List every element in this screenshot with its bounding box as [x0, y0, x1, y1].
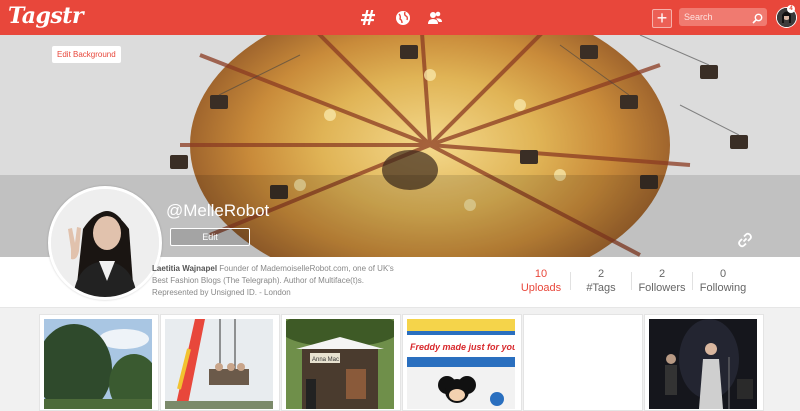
stat-value: 0 — [719, 268, 727, 280]
stat-value: 2 — [658, 268, 666, 280]
globe-icon[interactable] — [393, 8, 413, 28]
search-box — [679, 8, 767, 26]
stat-label: #Tags — [586, 282, 616, 294]
app-logo[interactable]: Tagstr — [8, 3, 84, 29]
stat-label: Followers — [638, 282, 686, 294]
profile-username: @MelleRobot — [166, 201, 270, 220]
photo-trees — [44, 319, 152, 409]
stat-label: Following — [699, 282, 747, 294]
stat-following[interactable]: 0 Following — [693, 268, 753, 294]
photo-ice-cream-van: Freddy made just for you — [407, 319, 515, 409]
profile-bio: Laetitia Wajnapel Founder of Mademoisell… — [152, 263, 408, 299]
search-input[interactable] — [679, 8, 752, 26]
photo-thumbnail[interactable] — [39, 314, 159, 411]
stat-uploads[interactable]: 10 Uploads — [511, 268, 571, 294]
stat-value: 2 — [597, 268, 605, 280]
stat-followers[interactable]: 2 Followers — [632, 268, 692, 294]
profile-avatar — [48, 186, 162, 300]
bus-sign-text: Freddy made just for you — [410, 342, 515, 352]
edit-background-button[interactable]: Edit Background — [52, 46, 121, 63]
stat-value: 10 — [534, 268, 548, 280]
photo-market-stall: Anna Mac — [286, 319, 394, 409]
stat-tags[interactable]: 2 #Tags — [571, 268, 631, 294]
photo-fair-ride — [165, 319, 273, 409]
bio-name: Laetitia Wajnapel — [152, 264, 218, 273]
people-icon[interactable] — [425, 8, 445, 28]
stall-sign-text: Anna Mac — [312, 357, 339, 363]
notification-badge[interactable]: 4 — [787, 5, 795, 13]
photo-thumbnail[interactable] — [644, 314, 764, 411]
add-upload-button[interactable]: + — [652, 9, 672, 28]
photo-concert — [649, 319, 757, 409]
search-icon[interactable] — [752, 11, 763, 29]
edit-profile-button[interactable]: Edit — [170, 228, 250, 246]
photo-thumbnail[interactable]: Freddy made just for you — [402, 314, 522, 411]
stat-label: Uploads — [520, 282, 562, 294]
hashtag-icon[interactable]: # — [358, 6, 378, 30]
photo-thumbnail[interactable] — [160, 314, 280, 411]
photo-thumbnail-empty[interactable] — [523, 314, 643, 411]
top-bar: Tagstr # + 4 — [0, 0, 800, 35]
photo-thumbnail[interactable]: Anna Mac — [281, 314, 401, 411]
